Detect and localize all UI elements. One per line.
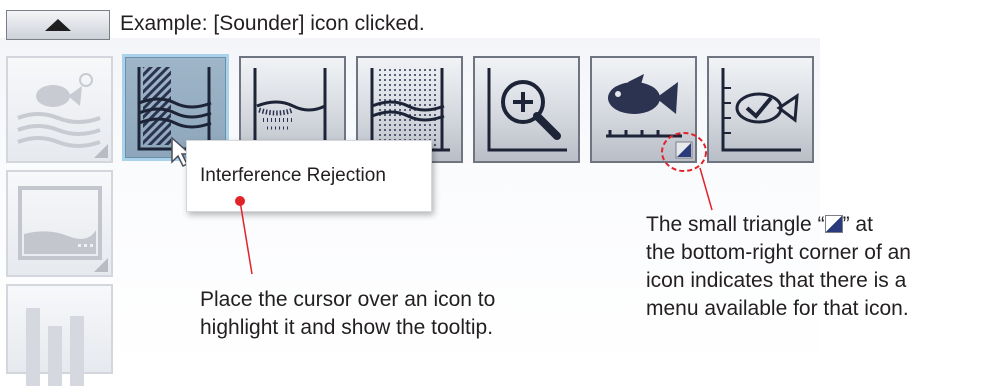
- display-screen-icon: [18, 186, 108, 272]
- triangle-up-icon: [45, 19, 71, 31]
- cursor-callout-line: highlight it and show the tooltip.: [200, 316, 494, 339]
- fish-scale-icon: [606, 74, 693, 159]
- menu-triangle-icon: [824, 215, 843, 233]
- fish-check-icon: [721, 68, 801, 152]
- collapse-button[interactable]: [6, 10, 110, 40]
- toolbar-fish-scale[interactable]: [590, 56, 697, 163]
- example-caption: Example: [Sounder] icon clicked.: [120, 12, 425, 35]
- triangle-callout-line: the bottom-right corner of an: [646, 241, 911, 264]
- triangle-callout-line: The small triangle “ ” at: [646, 211, 911, 239]
- side-icon-graph[interactable]: [6, 284, 113, 386]
- zoom-icon: [487, 68, 567, 152]
- triangle-callout-text-after: ” at: [842, 213, 873, 236]
- cursor-callout: Place the cursor over an icon to highlig…: [200, 286, 495, 342]
- bar-graph-icon: [26, 308, 84, 386]
- fish-finder-icon: [17, 73, 108, 158]
- cursor-callout-line: Place the cursor over an icon to: [200, 288, 496, 311]
- triangle-callout-text-before: The small triangle “: [646, 213, 825, 236]
- tooltip: Interference Rejection: [186, 140, 432, 212]
- toolbar-zoom[interactable]: [473, 56, 580, 163]
- side-icon-fish-finder[interactable]: [6, 56, 113, 163]
- side-icon-display[interactable]: [6, 170, 113, 277]
- triangle-callout-line: menu available for that icon.: [646, 297, 909, 320]
- triangle-callout-line: icon indicates that there is a: [646, 269, 907, 292]
- toolbar-fish-check[interactable]: [707, 56, 814, 163]
- triangle-callout: The small triangle “ ” at the bottom-righ…: [646, 211, 911, 323]
- tooltip-text: Interference Rejection: [200, 165, 386, 186]
